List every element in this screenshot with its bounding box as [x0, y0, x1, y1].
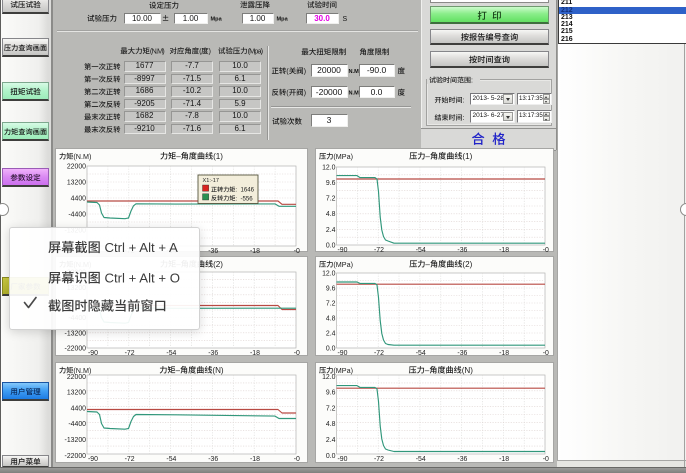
svg-text:-4400: -4400	[68, 421, 86, 428]
svg-text:): )	[209, 47, 211, 56]
svg-text:(MPa): (MPa)	[333, 366, 353, 375]
svg-text:-90: -90	[338, 350, 348, 357]
svg-text:0.0: 0.0	[326, 346, 336, 353]
svg-text:0.0: 0.0	[326, 242, 336, 249]
svg-text:7.2: 7.2	[326, 405, 336, 412]
svg-text:X1:-17: X1:-17	[203, 178, 219, 184]
svg-text:-36: -36	[208, 350, 218, 357]
svg-text:7.2: 7.2	[326, 301, 336, 308]
svg-text:(1): (1)	[213, 152, 223, 161]
svg-text:(N): (N)	[212, 366, 224, 375]
svg-text:-90: -90	[338, 247, 348, 253]
svg-text:-13200: -13200	[65, 437, 87, 444]
svg-text:13200: 13200	[67, 179, 86, 186]
svg-text:-18: -18	[250, 248, 260, 253]
svg-text:): )	[304, 67, 306, 76]
svg-text:(: (	[286, 67, 289, 76]
svg-text:13200: 13200	[67, 390, 86, 397]
svg-text:: -556: : -556	[235, 195, 253, 202]
svg-text:-54: -54	[416, 350, 426, 357]
svg-text:S: S	[343, 16, 348, 23]
svg-text:-72: -72	[125, 456, 135, 463]
svg-text:-36: -36	[208, 456, 218, 463]
svg-text:-72: -72	[374, 247, 384, 253]
svg-text:–: –	[425, 260, 430, 269]
svg-text:–: –	[425, 366, 430, 375]
svg-text:(2): (2)	[213, 260, 223, 269]
svg-text:2.4: 2.4	[326, 227, 336, 234]
svg-text:-36: -36	[208, 248, 218, 253]
svg-text:-90: -90	[338, 456, 348, 463]
svg-text:-54: -54	[416, 456, 426, 463]
svg-text:0.0: 0.0	[326, 453, 336, 460]
svg-text:(N): (N)	[462, 366, 474, 375]
svg-text:-36: -36	[457, 456, 467, 463]
svg-text:): )	[304, 88, 306, 97]
svg-text:(Mpa): (Mpa)	[248, 47, 264, 56]
svg-text:: 1646: : 1646	[235, 187, 254, 194]
svg-text:Mpa: Mpa	[211, 17, 223, 23]
svg-text:(MPa): (MPa)	[333, 260, 353, 269]
svg-text:-0: -0	[543, 350, 549, 357]
svg-text:12.0: 12.0	[322, 164, 336, 171]
svg-text:(: (	[286, 88, 289, 97]
svg-text:N.M: N.M	[349, 91, 360, 97]
svg-text:-13200: -13200	[65, 330, 87, 337]
svg-text:12.0: 12.0	[322, 374, 336, 381]
svg-text:-18: -18	[499, 350, 509, 357]
svg-text:-36: -36	[457, 350, 467, 357]
svg-text:Mpa: Mpa	[277, 17, 289, 23]
svg-text:(N.M): (N.M)	[73, 152, 91, 161]
svg-text:-90: -90	[88, 350, 98, 357]
svg-text:4400: 4400	[71, 195, 86, 202]
svg-text:-0: -0	[294, 248, 300, 253]
svg-text:22000: 22000	[67, 374, 86, 381]
svg-text:–: –	[176, 366, 181, 375]
svg-text:-90: -90	[88, 456, 98, 463]
svg-text:4.8: 4.8	[326, 316, 336, 323]
svg-text:-22000: -22000	[65, 346, 87, 353]
svg-text:(MPa): (MPa)	[333, 152, 353, 161]
svg-text:-18: -18	[250, 350, 260, 357]
svg-text:9.6: 9.6	[326, 180, 336, 187]
svg-text:9.6: 9.6	[326, 286, 336, 293]
svg-text:(1): (1)	[462, 152, 472, 161]
svg-text:4400: 4400	[71, 405, 86, 412]
svg-text:-72: -72	[374, 456, 384, 463]
svg-text:-18: -18	[499, 456, 509, 463]
svg-text:-54: -54	[416, 247, 426, 253]
svg-text:-72: -72	[125, 350, 135, 357]
svg-text:-0: -0	[294, 350, 300, 357]
svg-text:-72: -72	[374, 350, 384, 357]
svg-text:N.M: N.M	[349, 69, 360, 75]
svg-text:(N.M): (N.M)	[150, 47, 165, 56]
svg-text:–: –	[176, 152, 181, 161]
svg-text:-54: -54	[166, 350, 176, 357]
svg-text:(2): (2)	[462, 260, 472, 269]
svg-text:2.4: 2.4	[326, 331, 336, 338]
svg-text:–: –	[425, 152, 430, 161]
svg-text:4.8: 4.8	[326, 211, 336, 218]
svg-text:-0: -0	[543, 247, 549, 253]
svg-text:9.6: 9.6	[326, 390, 336, 397]
svg-text:22000: 22000	[67, 163, 86, 170]
svg-text:-22000: -22000	[65, 453, 87, 460]
svg-text:(: (	[199, 47, 202, 56]
svg-text:-0: -0	[543, 456, 549, 463]
svg-text:4.8: 4.8	[326, 421, 336, 428]
svg-text:12.0: 12.0	[322, 271, 336, 278]
svg-text:2.4: 2.4	[326, 437, 336, 444]
svg-text:7.2: 7.2	[326, 196, 336, 203]
svg-text:-18: -18	[250, 456, 260, 463]
svg-text:-0: -0	[294, 456, 300, 463]
svg-text:-36: -36	[457, 247, 467, 253]
svg-text:-18: -18	[499, 247, 509, 253]
svg-text:-54: -54	[166, 456, 176, 463]
svg-text:-4400: -4400	[68, 211, 86, 218]
